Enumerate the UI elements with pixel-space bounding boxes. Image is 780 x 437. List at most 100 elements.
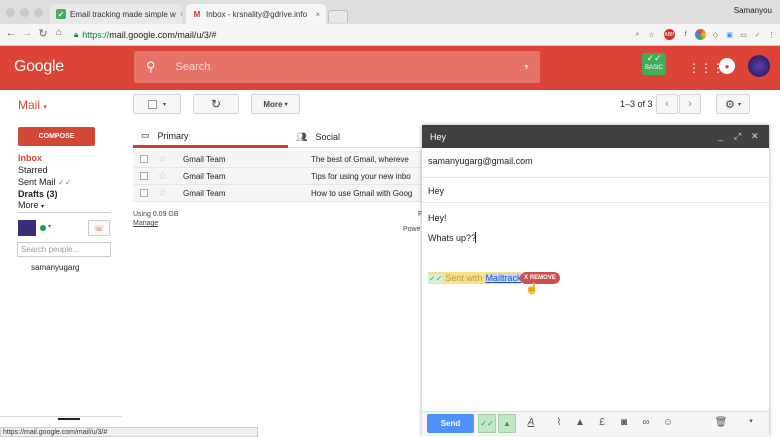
search-input[interactable]: ⚲ Search ▼ [134,51,540,83]
drive-icon[interactable]: ▲ [573,417,587,428]
google-logo[interactable]: Google [14,58,64,76]
row-checkbox[interactable] [140,155,148,163]
star-icon[interactable]: ☆ [158,171,167,182]
chat-avatar[interactable] [18,220,36,236]
bell-icon: ▲ [503,419,511,428]
chevron-down-icon: ▾ [162,101,166,108]
mailtrack-signature[interactable]: ✓✓ Sent with Mailtrack [428,272,522,284]
account-avatar[interactable] [748,55,770,77]
mailtrack-link[interactable]: Mailtrack [485,273,522,283]
mailtrack-basic-badge[interactable]: ✓✓ BASIC [642,53,666,75]
tab-label: Primary [157,130,189,141]
sidebar-item-inbox[interactable]: Inbox [18,153,42,163]
bookmark-star-icon[interactable]: ☆ [646,29,657,40]
tab-title: Email tracking made simple w [70,9,176,19]
table-row[interactable]: ☆ Gmail Team The best of Gmail, whereve [133,151,423,168]
search-icon[interactable]: ⚲ [146,59,156,75]
zoom-icon[interactable]: ⌕ [632,29,643,40]
double-check-icon: ✓✓ [480,419,494,428]
basic-label: BASIC [644,65,663,71]
browser-tab-mailtrack[interactable]: ✓ Email tracking made simple w × [50,4,182,24]
chevron-down-icon[interactable]: ▾ [48,223,51,230]
forward-icon[interactable]: → [20,27,34,39]
checkbox-icon [147,99,157,109]
tab-close-icon[interactable]: × [176,10,182,19]
signature-prefix: Sent with [445,273,483,283]
call-icon[interactable]: ☏ [88,220,110,236]
browser-profile-name[interactable]: Samanyou [734,6,772,15]
video-extension-icon[interactable]: ▣ [724,29,735,40]
to-field[interactable]: samanyugarg@gmail.com [428,156,533,166]
refresh-button[interactable]: ↻ [193,94,239,114]
url-field[interactable]: 🔒︎ https://mail.google.com/mail/u/3/# [74,27,654,43]
function-extension-icon[interactable]: f [680,29,691,40]
tab-primary[interactable]: ▭ Primary [133,126,288,148]
mailtrack-reminder-button[interactable]: ▲ [498,414,516,433]
menu-icon[interactable]: ⋮ [766,29,777,40]
compose-header[interactable]: Hey [422,125,769,148]
tab-close-icon[interactable]: × [311,10,320,19]
search-options-icon[interactable]: ▼ [523,64,530,71]
select-checkbox-button[interactable]: ▾ [133,94,181,114]
sidebar-item-more[interactable]: More ▾ [18,200,44,210]
adblock-icon[interactable]: ABP [664,29,675,40]
window-close-icon[interactable] [6,8,15,17]
more-options-icon[interactable]: ▾ [744,417,758,425]
status-dot-icon[interactable] [40,225,46,231]
row-checkbox[interactable] [140,189,148,197]
mailtrack-toggle-button[interactable]: ✓✓ [478,414,496,433]
star-icon[interactable]: ☆ [158,154,167,165]
table-row[interactable]: ☆ Gmail Team How to use Gmail with Goog [133,185,423,202]
trash-icon[interactable]: 🗑︎ [714,417,728,428]
row-subject: The best of Gmail, whereve [310,154,409,164]
minimize-icon[interactable]: _ [718,131,723,141]
window-zoom-icon[interactable] [34,8,43,17]
cast-icon[interactable]: ▭ [738,29,749,40]
table-row[interactable]: ☆ Gmail Team Tips for using your new inb… [133,168,423,185]
home-icon[interactable]: ⌂ [56,27,62,38]
manage-storage-link[interactable]: Manage [133,220,158,227]
money-icon[interactable]: £ [595,417,609,428]
photo-icon[interactable]: ◙ [617,417,631,428]
emoji-icon[interactable]: ☺ [661,417,675,428]
row-checkbox[interactable] [140,172,148,180]
subject-field[interactable]: Hey [428,186,444,196]
url-scheme: https:// [82,30,110,40]
next-page-button[interactable]: › [679,94,701,114]
search-people-input[interactable]: Search people... [17,242,111,257]
mail-dropdown[interactable]: Mail ▾ [18,98,47,112]
browser-tab-inbox[interactable]: M Inbox - krsnality@gdrive.info × [186,4,326,24]
inbox-icon: ▭ [141,130,150,140]
sidebar-item-starred[interactable]: Starred [18,165,48,175]
close-icon[interactable]: ✕ [751,131,759,142]
gmail-icon: M [193,9,201,19]
chevron-right-icon: › [688,98,692,110]
window-minimize-icon[interactable] [20,8,29,17]
contact-item[interactable]: samanyugarg [31,263,79,272]
attach-icon[interactable]: ⌇ [552,417,566,428]
chrome-extension-icon[interactable] [695,29,706,40]
sidebar-item-sent[interactable]: Sent Mail ✓✓ [18,177,71,187]
body-line[interactable]: Whats up?? [428,233,476,243]
more-button[interactable]: More ▾ [251,94,300,114]
people-icon: 👥︎ [296,131,308,142]
mailtrack-extension-icon[interactable]: ✓ [752,29,763,40]
prev-page-button[interactable]: ‹ [656,94,678,114]
body-line[interactable]: Hey! [428,213,447,223]
expand-icon[interactable]: ⤢ [734,131,741,142]
settings-button[interactable]: ⚙ ▾ [716,94,750,114]
compose-title: Hey [430,131,447,142]
reload-icon[interactable]: ↻ [36,27,50,40]
back-icon[interactable]: ← [4,27,18,39]
tab-social[interactable]: 👥︎ Social [290,126,423,148]
compose-button[interactable]: COMPOSE [18,127,95,146]
sidebar-item-drafts[interactable]: Drafts (3) [18,189,58,199]
link-icon[interactable]: ∞ [639,417,653,428]
star-icon[interactable]: ☆ [158,188,167,199]
formatting-icon[interactable]: A [524,417,538,428]
send-button[interactable]: Send [427,414,474,433]
row-subject: How to use Gmail with Goog [310,188,413,198]
notifications-icon[interactable]: ● [719,58,735,74]
tag-extension-icon[interactable]: ◇ [710,29,721,40]
new-tab-button[interactable] [328,10,348,22]
